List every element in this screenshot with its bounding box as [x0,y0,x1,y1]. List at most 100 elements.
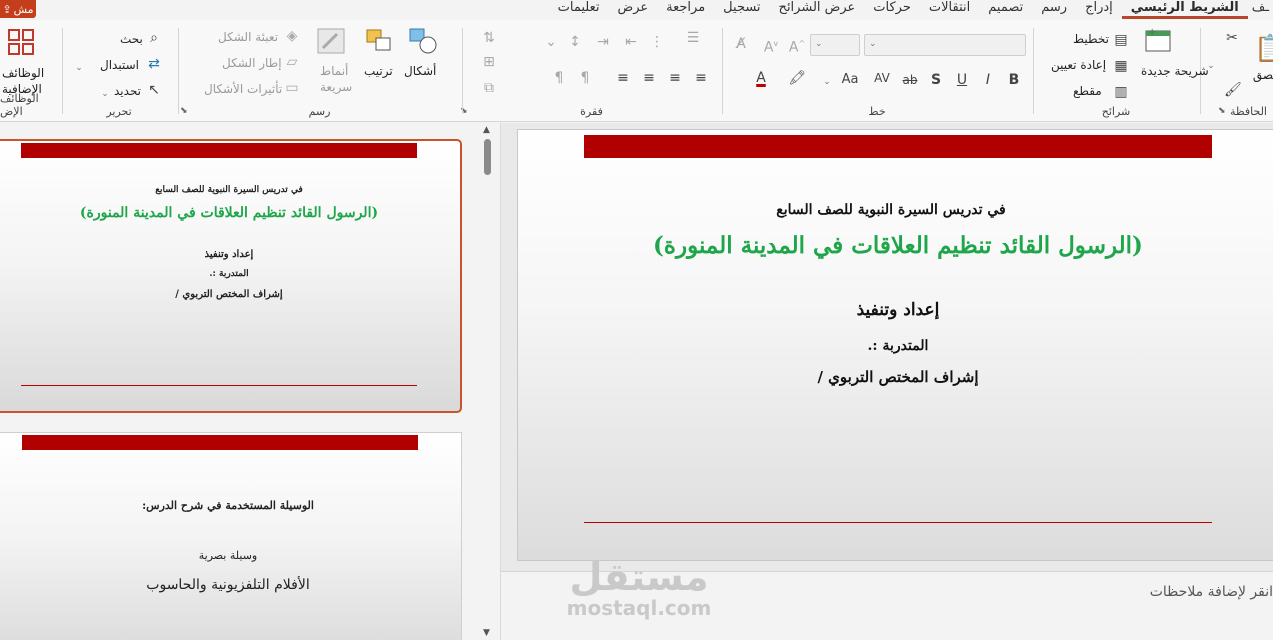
quick-styles-label-1[interactable]: أنماط [320,64,348,78]
font-name-combo[interactable]: ⌄ [864,34,1026,56]
slide-supervisor[interactable]: إشراف المختص التربوي / [518,368,1273,386]
slide-subtitle[interactable]: في تدريس السيرة النبوية للصف السابع [518,202,1273,218]
format-painter-icon[interactable]: 🖌 [1224,82,1242,98]
tab-slide-show[interactable]: عرض الشرائح [770,0,865,16]
clipboard-launcher-icon[interactable]: ⬊ [1218,106,1226,116]
drawing-group: أشكال ترتيب أنماط سريعة ◈ تعبئة الشكل ▱ … [178,24,461,120]
justify-icon[interactable]: ≡ [614,70,632,86]
font-color-icon[interactable]: A [752,70,770,86]
find-label[interactable]: بحث [120,32,143,46]
addins-icon[interactable] [6,28,36,63]
select-dropdown-icon[interactable]: ⌄ [98,84,112,102]
shape-effects-label[interactable]: تأثيرات الأشكال [204,82,282,96]
highlight-color-icon[interactable]: 🖍 [788,70,806,86]
tab-home[interactable]: الشريط الرئيسي [1121,0,1248,19]
character-spacing-icon[interactable]: AV [872,70,892,86]
arrange-label[interactable]: ترتيب [364,64,393,78]
font-group: ⌄ ⌄ A^ Av A̸ B I U S ab AV Aa ⌄ 🖍 A خط [722,24,1032,120]
slide-prepared[interactable]: إعداد وتنفيذ [518,300,1273,320]
quick-styles-label-2[interactable]: سريعة [320,80,352,94]
separator [462,28,463,114]
tab-record[interactable]: تسجيل [714,0,769,16]
shapes-label[interactable]: أشكال [404,64,436,78]
scroll-down-icon[interactable]: ▼ [483,628,490,638]
increase-font-icon[interactable]: A^ [788,36,806,56]
font-size-combo[interactable]: ⌄ [810,34,860,56]
tab-help[interactable]: تعليمات [549,0,609,16]
new-slide-label[interactable]: شريحة جديدة [1141,64,1209,78]
layout-label[interactable]: تخطيط [1073,32,1109,46]
align-right-icon[interactable]: ≡ [692,70,710,86]
decrease-font-icon[interactable]: Av [762,36,780,56]
replace-dropdown-icon[interactable]: ⌄ [72,58,86,76]
scroll-thumb[interactable] [484,139,491,175]
section-label[interactable]: مقطع [1073,84,1102,98]
smartart-icon[interactable]: ⧉ [480,80,498,96]
text-direction-icon[interactable]: ⇅ [480,30,498,46]
addins-label-1[interactable]: الوظائف [2,66,44,80]
layout-icon[interactable]: ▤ [1113,32,1129,48]
slide-thumbnail-1[interactable]: في تدريس السيرة النبوية للصف السابع (الر… [0,139,462,413]
tab-design[interactable]: تصميم [979,0,1032,16]
reset-icon[interactable]: ▦ [1113,58,1129,74]
numbering-icon[interactable]: ⋮ [648,34,666,50]
shape-outline-icon[interactable]: ▱ [284,54,300,70]
clear-formatting-icon[interactable]: A̸ [732,36,750,52]
scroll-up-icon[interactable]: ▲ [483,125,490,135]
cut-icon[interactable]: ✂ [1224,30,1240,46]
italic-icon[interactable]: I [980,72,996,88]
notes-pane[interactable]: انقر لإضافة ملاحظات [501,571,1273,640]
select-icon[interactable]: ↖ [146,82,162,98]
new-slide-icon[interactable]: + [1141,26,1175,63]
select-label[interactable]: تحديد [114,84,141,98]
tab-file[interactable]: ـف [1248,0,1273,16]
drawing-launcher-icon[interactable]: ⬊ [180,106,188,116]
bullets-icon[interactable]: ☰ [684,30,702,46]
replace-icon[interactable]: ⇄ [146,56,162,72]
paste-label[interactable]: لصق [1253,68,1273,82]
paste-icon[interactable]: 📋 [1254,34,1273,64]
shape-fill-icon[interactable]: ◈ [284,28,300,44]
share-button[interactable]: ⇪ مش [0,0,36,18]
tab-transitions[interactable]: انتقالات [920,0,979,16]
rtl-icon[interactable]: ¶ [576,70,594,86]
ribbon: ✂ ⌄ 🖌 📋 لصق الحافظة ⬊ + شريحة جديدة ▤ تخ… [0,20,1273,122]
underline-icon[interactable]: U [954,72,970,88]
tab-review[interactable]: مراجعة [657,0,714,16]
shapes-icon[interactable] [406,26,440,63]
tab-draw[interactable]: رسم [1032,0,1076,16]
columns-icon[interactable]: ⌄ [542,34,560,50]
shape-effects-icon[interactable]: ▭ [284,80,300,96]
slide-title[interactable]: (الرسول القائد تنظيم العلاقات في المدينة… [518,232,1273,259]
align-text-icon[interactable]: ⊞ [480,54,498,70]
center-icon[interactable]: ≡ [666,70,684,86]
bold-icon[interactable]: B [1006,72,1022,88]
find-icon[interactable]: ⌕ [146,30,162,46]
clipboard-group-label: الحافظة [1229,105,1267,118]
tab-animations[interactable]: حركات [864,0,920,16]
shadow-icon[interactable]: S [928,72,944,88]
shape-fill-label[interactable]: تعبئة الشكل [218,30,278,44]
change-case-icon[interactable]: Aa [838,72,862,88]
quick-styles-icon[interactable] [314,26,348,63]
thumbnails-scrollbar[interactable]: ▲ ▼ [478,123,500,640]
slides-group: + شريحة جديدة ▤ تخطيط ▦ إعادة تعيين ▥ مق… [1033,24,1209,120]
slide-thumbnail-2[interactable]: الوسيلة المستخدمة في شرح الدرس: وسيلة بص… [0,432,462,640]
strikethrough-icon[interactable]: ab [900,72,920,88]
section-icon[interactable]: ▥ [1113,84,1129,100]
increase-indent-icon[interactable]: ⇥ [594,34,612,50]
decrease-indent-icon[interactable]: ⇤ [622,34,640,50]
current-slide[interactable]: في تدريس السيرة النبوية للصف السابع (الر… [517,129,1273,561]
align-left-icon[interactable]: ≡ [640,70,658,86]
reset-label[interactable]: إعادة تعيين [1051,58,1106,72]
arrange-icon[interactable] [362,26,396,63]
shape-outline-label[interactable]: إطار الشكل [222,56,282,70]
ltr-icon[interactable]: ¶ [550,70,568,86]
replace-label[interactable]: استبدال [100,58,139,72]
addins-group-label: الوظائف الإض [0,92,39,118]
line-spacing-icon[interactable]: ↕ [566,34,584,50]
tab-view[interactable]: عرض [608,0,657,16]
notes-placeholder[interactable]: انقر لإضافة ملاحظات [1150,584,1273,600]
slide-trainee[interactable]: المتدربة :. [518,338,1273,354]
tab-insert[interactable]: إدراج [1076,0,1122,16]
